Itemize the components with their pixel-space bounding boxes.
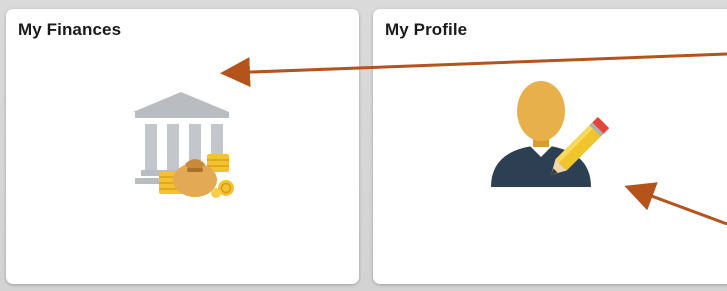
my-finances-tile[interactable]: My Finances [6, 9, 359, 284]
bank-money-icon [133, 92, 234, 198]
my-profile-title: My Profile [385, 20, 468, 39]
homepage-tiles: My Finances My Profile [0, 0, 727, 291]
my-finances-title: My Finances [18, 20, 122, 39]
my-profile-tile[interactable]: My Profile [373, 9, 727, 284]
user-edit-icon [491, 81, 610, 187]
